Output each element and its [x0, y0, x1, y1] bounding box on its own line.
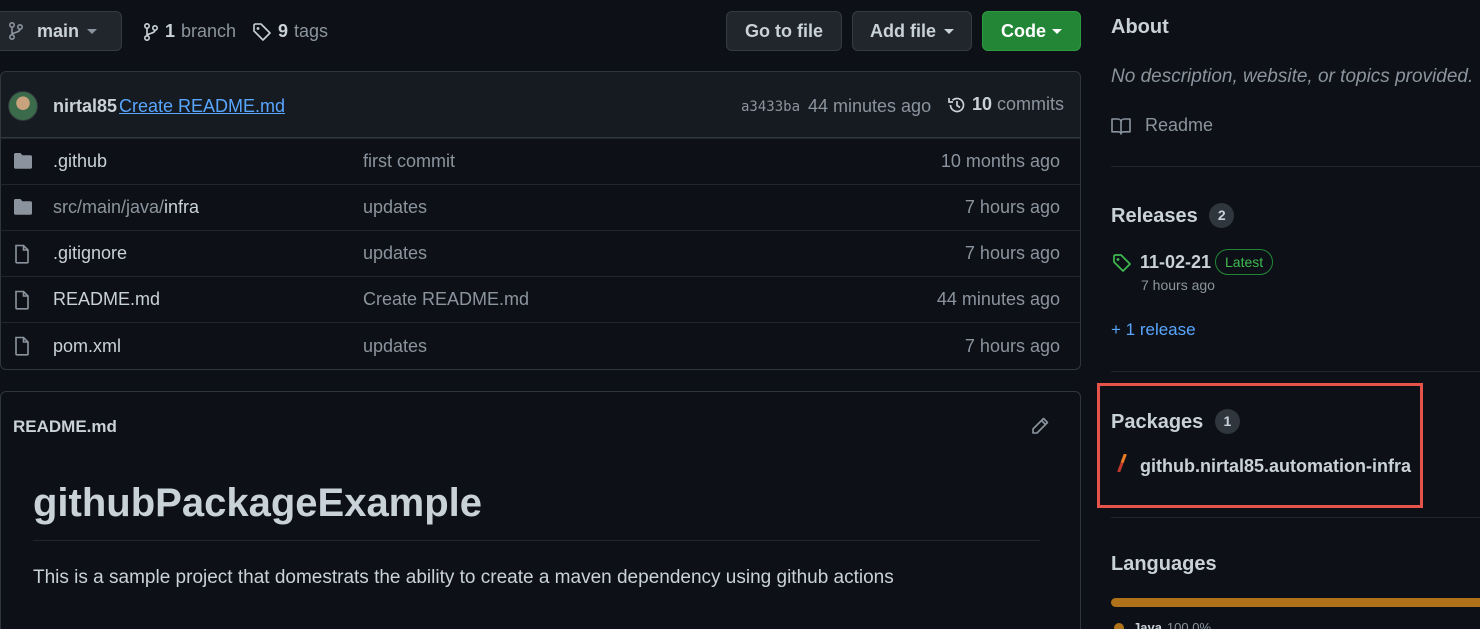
history-icon [947, 95, 967, 115]
git-branch-icon [9, 22, 23, 40]
chevron-down-icon [87, 28, 98, 34]
readme-panel: README.md githubPackageExample This is a… [0, 391, 1081, 629]
file-age: 7 hours ago [964, 197, 1060, 217]
table-row[interactable]: src/main/java/infra updates 7 hours ago [0, 184, 1081, 230]
branches-link[interactable]: 1 branch [143, 21, 236, 42]
branch-selector-button[interactable]: main [0, 11, 122, 51]
folder-icon [13, 152, 33, 175]
latest-commit-bar: nirtal85 Create README.md a3433ba 44 min… [0, 71, 1081, 138]
file-age: 7 hours ago [964, 243, 1060, 263]
sidebar-divider [1111, 517, 1480, 518]
commit-author[interactable]: nirtal85 [53, 96, 117, 117]
packages-title: Packages [1111, 411, 1204, 433]
table-row[interactable]: .gitignore updates 7 hours ago [0, 230, 1081, 276]
chevron-down-icon [944, 28, 954, 34]
releases-heading[interactable]: Releases 2 [1111, 203, 1235, 228]
table-row[interactable]: README.md Create README.md 44 minutes ag… [0, 276, 1081, 322]
commits-count: 10 [972, 94, 993, 114]
tag-icon [252, 22, 272, 42]
branch-name: main [37, 20, 80, 41]
chevron-down-icon [1052, 28, 1062, 34]
packages-count-badge: 1 [1214, 409, 1240, 434]
file-icon [13, 336, 31, 361]
go-to-file-button[interactable]: Go to file [726, 11, 842, 51]
packages-highlight-box [1097, 383, 1423, 508]
file-icon [13, 244, 31, 269]
go-to-file-label: Go to file [745, 20, 823, 41]
releases-title: Releases [1111, 205, 1198, 227]
branches-count: 1 [165, 21, 176, 41]
readme-title-divider [33, 540, 1040, 541]
file-path-prefix: src/main/java/ [53, 197, 165, 217]
readme-link-label: Readme [1145, 115, 1214, 135]
file-name[interactable]: pom.xml [53, 336, 121, 357]
readme-filename: README.md [13, 417, 117, 436]
language-color-dot [1114, 622, 1124, 629]
add-file-button[interactable]: Add file [852, 11, 972, 51]
table-row[interactable]: pom.xml updates 7 hours ago [0, 322, 1081, 370]
commits-label: commits [997, 94, 1065, 114]
file-path-leaf: infra [164, 197, 200, 217]
tag-icon [1112, 253, 1132, 278]
file-name[interactable]: .gitignore [53, 243, 127, 264]
about-description: No description, website, or topics provi… [1111, 66, 1474, 87]
file-commit-message[interactable]: first commit [363, 151, 455, 172]
latest-badge: Latest [1215, 249, 1274, 275]
readme-title: githubPackageExample [33, 481, 483, 525]
folder-icon [13, 198, 33, 221]
avatar[interactable] [8, 91, 38, 121]
file-commit-message[interactable]: updates [363, 336, 427, 357]
sidebar-divider [1111, 166, 1480, 167]
release-time: 7 hours ago [1141, 277, 1215, 293]
language-name: Java [1133, 620, 1162, 629]
languages-heading: Languages [1111, 553, 1217, 575]
tags-count: 9 [278, 21, 289, 41]
file-name[interactable]: .github [53, 151, 107, 172]
commit-time: 44 minutes ago [808, 96, 932, 116]
code-button[interactable]: Code [982, 11, 1081, 51]
file-commit-message[interactable]: Create README.md [363, 289, 529, 310]
release-tag-link[interactable]: 11-02-21 [1140, 252, 1211, 273]
commit-message-link[interactable]: Create README.md [119, 96, 285, 117]
add-file-label: Add file [870, 20, 936, 41]
branches-label: branch [181, 21, 237, 41]
file-name[interactable]: README.md [53, 289, 160, 310]
pencil-icon[interactable] [1030, 416, 1050, 441]
commits-history-link[interactable]: 10 commits [947, 94, 1064, 115]
book-icon [1111, 117, 1131, 135]
maven-package-icon [1116, 453, 1128, 477]
language-bar [1111, 598, 1480, 607]
file-icon [13, 290, 31, 315]
git-branch-icon [143, 22, 159, 41]
more-releases-link[interactable]: + 1 release [1111, 320, 1196, 340]
file-name[interactable]: src/main/java/infra [53, 197, 199, 218]
table-row[interactable]: .github first commit 10 months ago [0, 138, 1081, 184]
packages-heading[interactable]: Packages 1 [1111, 409, 1240, 434]
file-age: 44 minutes ago [936, 289, 1060, 309]
package-link[interactable]: github.nirtal85.automation-infra [1140, 456, 1411, 477]
releases-count-badge: 2 [1209, 203, 1235, 228]
code-label: Code [1001, 20, 1046, 41]
file-age: 7 hours ago [964, 335, 1060, 356]
sidebar-divider [1111, 371, 1480, 372]
language-item-java[interactable]: Java 100.0% [1114, 620, 1211, 629]
file-commit-message[interactable]: updates [363, 197, 427, 218]
file-commit-message[interactable]: updates [363, 243, 427, 264]
tags-link[interactable]: 9 tags [252, 21, 328, 42]
file-age: 10 months ago [940, 151, 1060, 171]
language-percent: 100.0% [1166, 620, 1212, 629]
commit-sha[interactable]: a3433ba [741, 99, 800, 115]
readme-link[interactable]: Readme [1111, 115, 1213, 136]
about-heading: About [1111, 16, 1169, 38]
readme-body: This is a sample project that domestrats… [33, 567, 894, 588]
tags-label: tags [294, 21, 329, 41]
